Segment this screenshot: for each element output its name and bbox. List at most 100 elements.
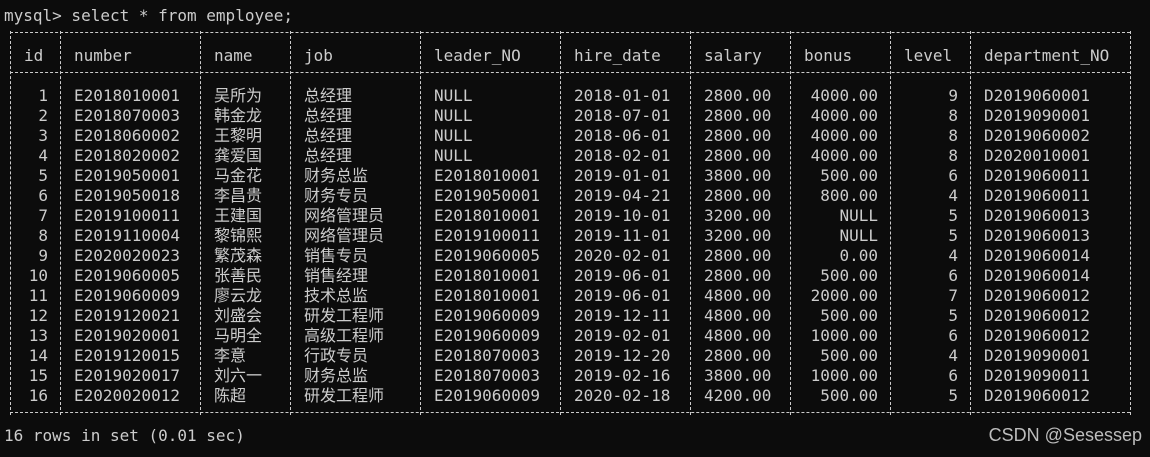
cell-number: E2020020023 bbox=[74, 246, 180, 265]
table-column-divider bbox=[790, 31, 791, 415]
cell-department-no: D2019090011 bbox=[984, 366, 1090, 385]
cell-department-no: D2019060013 bbox=[984, 226, 1090, 245]
cell-bonus: 1000.00 bbox=[810, 366, 878, 385]
cell-hire-date: 2018-06-01 bbox=[574, 126, 671, 145]
cell-department-no: D2019060012 bbox=[984, 326, 1090, 345]
cell-leader-no: E2019060009 bbox=[434, 306, 540, 325]
cell-level: 8 bbox=[948, 126, 958, 145]
cell-department-no: D2019060014 bbox=[984, 266, 1090, 285]
cell-bonus: 500.00 bbox=[820, 386, 878, 405]
cell-hire-date: 2018-01-01 bbox=[574, 86, 671, 105]
cell-bonus: 500.00 bbox=[820, 346, 878, 365]
cell-bonus: 2000.00 bbox=[810, 286, 878, 305]
cell-salary: 4200.00 bbox=[704, 386, 772, 405]
cell-number: E2019120015 bbox=[74, 346, 180, 365]
cell-number: E2019120021 bbox=[74, 306, 180, 325]
cell-leader-no: NULL bbox=[434, 86, 473, 105]
cell-number: E2019110004 bbox=[74, 226, 180, 245]
cell-salary: 2800.00 bbox=[704, 246, 772, 265]
cell-bonus: 0.00 bbox=[839, 246, 878, 265]
cell-level: 6 bbox=[948, 326, 958, 345]
cell-job: 高级工程师 bbox=[304, 326, 385, 345]
cell-department-no: D2019060012 bbox=[984, 386, 1090, 405]
cell-leader-no: E2018010001 bbox=[434, 286, 540, 305]
cell-number: E2019100011 bbox=[74, 206, 180, 225]
cell-level: 9 bbox=[948, 86, 958, 105]
cell-salary: 3800.00 bbox=[704, 166, 772, 185]
cell-department-no: D2019090001 bbox=[984, 106, 1090, 125]
cell-name: 马明全 bbox=[214, 326, 263, 345]
cell-hire-date: 2019-02-01 bbox=[574, 326, 671, 345]
cell-leader-no: E2019060005 bbox=[434, 246, 540, 265]
cell-department-no: D2019060011 bbox=[984, 166, 1090, 185]
cell-bonus: NULL bbox=[839, 206, 878, 225]
cell-job: 网络管理员 bbox=[304, 206, 385, 225]
cell-job: 销售经理 bbox=[304, 266, 369, 285]
cell-hire-date: 2019-04-21 bbox=[574, 186, 671, 205]
cell-id: 13 bbox=[28, 326, 48, 345]
cell-salary: 2800.00 bbox=[704, 86, 772, 105]
cell-level: 5 bbox=[948, 386, 958, 405]
cell-level: 6 bbox=[948, 366, 958, 385]
cell-hire-date: 2018-02-01 bbox=[574, 146, 671, 165]
cell-number: E2019020017 bbox=[74, 366, 180, 385]
cell-leader-no: E2018010001 bbox=[434, 166, 540, 185]
table-border-top bbox=[10, 32, 1130, 33]
cell-job: 总经理 bbox=[304, 126, 353, 145]
cell-salary: 4800.00 bbox=[704, 326, 772, 345]
cell-level: 5 bbox=[948, 306, 958, 325]
cell-salary: 2800.00 bbox=[704, 146, 772, 165]
cell-salary: 4800.00 bbox=[704, 286, 772, 305]
cell-job: 行政专员 bbox=[304, 346, 369, 365]
table-column-divider bbox=[890, 31, 891, 415]
cell-job: 财务总监 bbox=[304, 166, 369, 185]
cell-bonus: 4000.00 bbox=[810, 106, 878, 125]
cell-leader-no: E2018070003 bbox=[434, 346, 540, 365]
cell-leader-no: E2019050001 bbox=[434, 186, 540, 205]
cell-level: 6 bbox=[948, 266, 958, 285]
cell-bonus: 800.00 bbox=[820, 186, 878, 205]
terminal-window[interactable]: mysql> select * from employee; id number n… bbox=[0, 0, 1150, 457]
cell-hire-date: 2020-02-01 bbox=[574, 246, 671, 265]
cell-department-no: D2019060014 bbox=[984, 246, 1090, 265]
cell-job: 总经理 bbox=[304, 86, 353, 105]
cell-name: 李昌贵 bbox=[214, 186, 263, 205]
cell-salary: 2800.00 bbox=[704, 186, 772, 205]
cell-leader-no: NULL bbox=[434, 106, 473, 125]
cell-salary: 3800.00 bbox=[704, 366, 772, 385]
cell-name: 马金花 bbox=[214, 166, 263, 185]
cell-level: 6 bbox=[948, 166, 958, 185]
cell-number: E2019060009 bbox=[74, 286, 180, 305]
cell-id: 14 bbox=[28, 346, 48, 365]
column-header-bonus: bonus bbox=[804, 46, 853, 65]
cell-level: 5 bbox=[948, 226, 958, 245]
cell-name: 吴所为 bbox=[214, 86, 263, 105]
cell-salary: 3200.00 bbox=[704, 206, 772, 225]
cell-name: 龚爱国 bbox=[214, 146, 263, 165]
status-line: 16 rows in set (0.01 sec) bbox=[4, 426, 245, 445]
cell-id: 8 bbox=[38, 226, 48, 245]
table-column-divider bbox=[60, 31, 61, 415]
cell-name: 刘盛会 bbox=[214, 306, 263, 325]
cell-level: 8 bbox=[948, 146, 958, 165]
cell-bonus: 500.00 bbox=[820, 306, 878, 325]
cell-name: 韩金龙 bbox=[214, 106, 263, 125]
column-header-leader-no: leader_NO bbox=[434, 46, 521, 65]
cell-id: 7 bbox=[38, 206, 48, 225]
cell-name: 李意 bbox=[214, 346, 247, 365]
cell-leader-no: NULL bbox=[434, 146, 473, 165]
cell-department-no: D2019060012 bbox=[984, 286, 1090, 305]
table-border-bottom bbox=[10, 412, 1130, 413]
cell-job: 技术总监 bbox=[304, 286, 369, 305]
cell-hire-date: 2019-12-11 bbox=[574, 306, 671, 325]
cell-salary: 4800.00 bbox=[704, 306, 772, 325]
cell-job: 总经理 bbox=[304, 106, 353, 125]
cell-bonus: 4000.00 bbox=[810, 86, 878, 105]
cell-name: 刘六一 bbox=[214, 366, 263, 385]
column-header-id: id bbox=[24, 46, 44, 65]
cell-department-no: D2019090001 bbox=[984, 346, 1090, 365]
table-column-divider bbox=[290, 31, 291, 415]
cell-name: 陈超 bbox=[214, 386, 247, 405]
cell-bonus: 4000.00 bbox=[810, 146, 878, 165]
cell-number: E2018010001 bbox=[74, 86, 180, 105]
